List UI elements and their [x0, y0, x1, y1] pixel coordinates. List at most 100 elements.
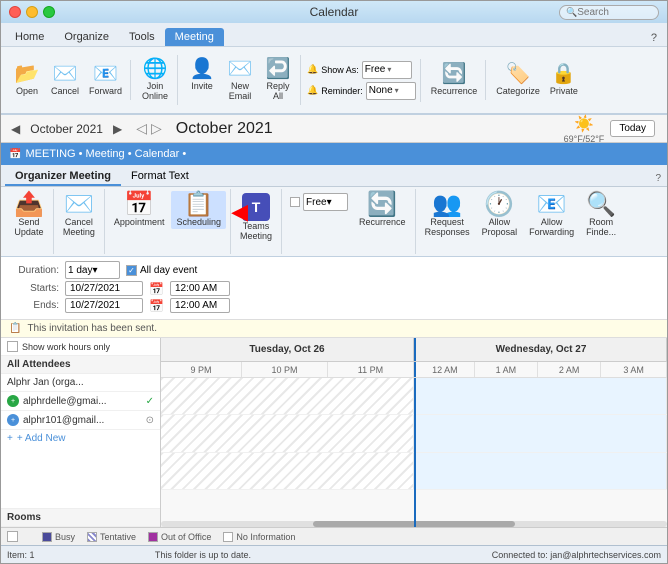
forward-button[interactable]: 📧 Forward	[85, 62, 126, 98]
add-new-label: + Add New	[17, 433, 66, 444]
room-finder-icon: 🔍	[586, 193, 616, 217]
allow-forwarding-button[interactable]: 📧 AllowForwarding	[524, 191, 579, 239]
join-label: JoinOnline	[142, 81, 168, 101]
recurrence-button[interactable]: 🔄 Recurrence	[427, 62, 482, 98]
scheduling-label: Scheduling	[176, 217, 221, 227]
meeting-title: MEETING • Meeting • Calendar •	[25, 148, 186, 160]
meeting-ribbon: 📤 SendUpdate ✉️ CancelMeeting 📅 Appointm…	[1, 187, 667, 257]
date-tue: Tuesday, Oct 26	[161, 338, 414, 361]
tab-tools[interactable]: Tools	[119, 28, 165, 46]
cell-blue	[414, 378, 667, 414]
allday-label: All day event	[140, 265, 197, 276]
categorize-button[interactable]: 🏷️ Categorize	[492, 62, 544, 98]
request-responses-label: RequestResponses	[425, 217, 470, 237]
open-button[interactable]: 📂 Open	[9, 62, 45, 98]
ends-cal-icon[interactable]: 📅	[149, 299, 164, 313]
status-checkbox[interactable]	[7, 531, 18, 542]
nav-next-button[interactable]: ▶	[109, 120, 126, 138]
reminder-row: 🔔 Reminder: None ▾	[307, 82, 416, 100]
m-group-teams: T TeamsMeeting	[231, 189, 282, 254]
nav-left-arrow[interactable]: ◁	[136, 120, 147, 137]
add-icon: +	[7, 433, 13, 444]
recurrence2-label: Recurrence	[359, 217, 406, 227]
duration-arrow: ▾	[92, 265, 97, 276]
search-input[interactable]	[577, 7, 657, 18]
tab-organizer-meeting[interactable]: Organizer Meeting	[5, 168, 121, 186]
weather-widget: ☀️ 69°F/52°F	[564, 114, 605, 144]
m-show-as-dropdown[interactable]: Free ▾	[303, 193, 348, 211]
ends-row: Ends: 📅	[9, 298, 659, 313]
timeline-grid	[161, 378, 667, 527]
categorize-icon: 🏷️	[506, 64, 531, 84]
show-as-dropdown[interactable]: Free ▾	[362, 61, 412, 79]
noinfo-box	[223, 532, 233, 542]
starts-cal-icon[interactable]: 📅	[149, 282, 164, 296]
send-update-button[interactable]: 📤 SendUpdate	[9, 191, 49, 239]
room-finder-label: RoomFinde...	[586, 217, 616, 237]
tab-format-text[interactable]: Format Text	[121, 168, 199, 186]
ribbon-group-categorize: 🏷️ Categorize 🔒 Private	[488, 60, 586, 100]
ribbon-group-showas: 🔔 Show As: Free ▾ 🔔 Reminder: None ▾	[303, 59, 421, 102]
add-new-button[interactable]: + + Add New	[1, 430, 160, 447]
join-online-button[interactable]: 🌐 JoinOnline	[137, 57, 173, 103]
nav-right-arrow[interactable]: ▷	[151, 120, 162, 137]
close-button[interactable]	[9, 6, 21, 18]
ends-date[interactable]	[65, 298, 143, 313]
minimize-button[interactable]	[26, 6, 38, 18]
recurrence-button-2[interactable]: 🔄 Recurrence	[354, 191, 411, 229]
tab-meeting[interactable]: Meeting	[165, 28, 224, 46]
show-as-row: 🔔 Show As: Free ▾	[307, 61, 416, 79]
allday-checkbox[interactable]: ✓	[126, 265, 137, 276]
options-icon-2[interactable]: ⊙	[146, 415, 154, 426]
request-responses-button[interactable]: 👥 RequestResponses	[420, 191, 475, 239]
teams-meeting-button[interactable]: T TeamsMeeting	[235, 191, 277, 243]
m-arrow: ▾	[327, 197, 332, 208]
invite-button[interactable]: 👤 Invite	[184, 57, 220, 93]
cal-nav-right: ◁ ▷ October 2021	[136, 120, 283, 138]
allow-proposal-button[interactable]: 🕐 AllowProposal	[477, 191, 523, 239]
join-icon: 🌐	[143, 59, 168, 79]
work-hours-checkbox[interactable]	[7, 341, 18, 352]
date-wed: Wednesday, Oct 27	[414, 338, 667, 361]
cancel-label: Cancel	[51, 86, 79, 96]
scheduling-button[interactable]: 📋 Scheduling ◀	[171, 191, 226, 229]
tab-home[interactable]: Home	[5, 28, 54, 46]
tab-organize[interactable]: Organize	[54, 28, 119, 46]
starts-date[interactable]	[65, 281, 143, 296]
cal-month-large: October 2021	[176, 120, 273, 138]
new-email-button[interactable]: ✉️ NewEmail	[222, 57, 258, 103]
ribbon-group-recurrence: 🔄 Recurrence	[423, 60, 487, 100]
invite-bar: 📋 This invitation has been sent.	[1, 320, 667, 338]
cancel-meeting-button[interactable]: ✉️ CancelMeeting	[58, 191, 100, 239]
room-finder-button[interactable]: 🔍 RoomFinde...	[581, 191, 621, 239]
row-left-0	[161, 378, 414, 414]
duration-dropdown[interactable]: 1 day ▾	[65, 261, 120, 279]
timeline-header: Tuesday, Oct 26 Wednesday, Oct 27	[161, 338, 667, 362]
help-button[interactable]: ?	[645, 30, 663, 46]
recurrence-label: Recurrence	[431, 86, 478, 96]
scheduling-area: Show work hours only All Attendees Alphr…	[1, 338, 667, 527]
search-bar[interactable]: 🔍	[559, 5, 659, 20]
attendee-name-1: alphrdelle@gmai...	[23, 396, 107, 407]
maximize-button[interactable]	[43, 6, 55, 18]
allday-check[interactable]: ✓ All day event	[126, 265, 197, 276]
allow-proposal-icon: 🕐	[484, 193, 514, 217]
ends-time[interactable]	[170, 298, 230, 313]
item-count: Item: 1	[7, 550, 35, 560]
nav-prev-button[interactable]: ◀	[7, 120, 24, 138]
meeting-help-button[interactable]: ?	[649, 171, 667, 186]
private-button[interactable]: 🔒 Private	[546, 62, 582, 98]
teams-meeting-label: TeamsMeeting	[240, 221, 272, 241]
starts-time[interactable]	[170, 281, 230, 296]
reply-all-button[interactable]: ↩️ ReplyAll	[260, 57, 296, 103]
reply-all-label: ReplyAll	[267, 81, 290, 101]
duration-label: Duration:	[9, 265, 59, 276]
window-controls	[9, 6, 55, 18]
title-bar: Calendar 🔍	[1, 1, 667, 23]
appointment-button[interactable]: 📅 Appointment	[109, 191, 170, 229]
reminder-dropdown[interactable]: None ▾	[366, 82, 416, 100]
today-button[interactable]: Today	[610, 120, 655, 137]
ribbon-group-join: 🌐 JoinOnline	[133, 55, 178, 105]
categorize-label: Categorize	[496, 86, 540, 96]
cancel-button[interactable]: ✉️ Cancel	[47, 62, 83, 98]
